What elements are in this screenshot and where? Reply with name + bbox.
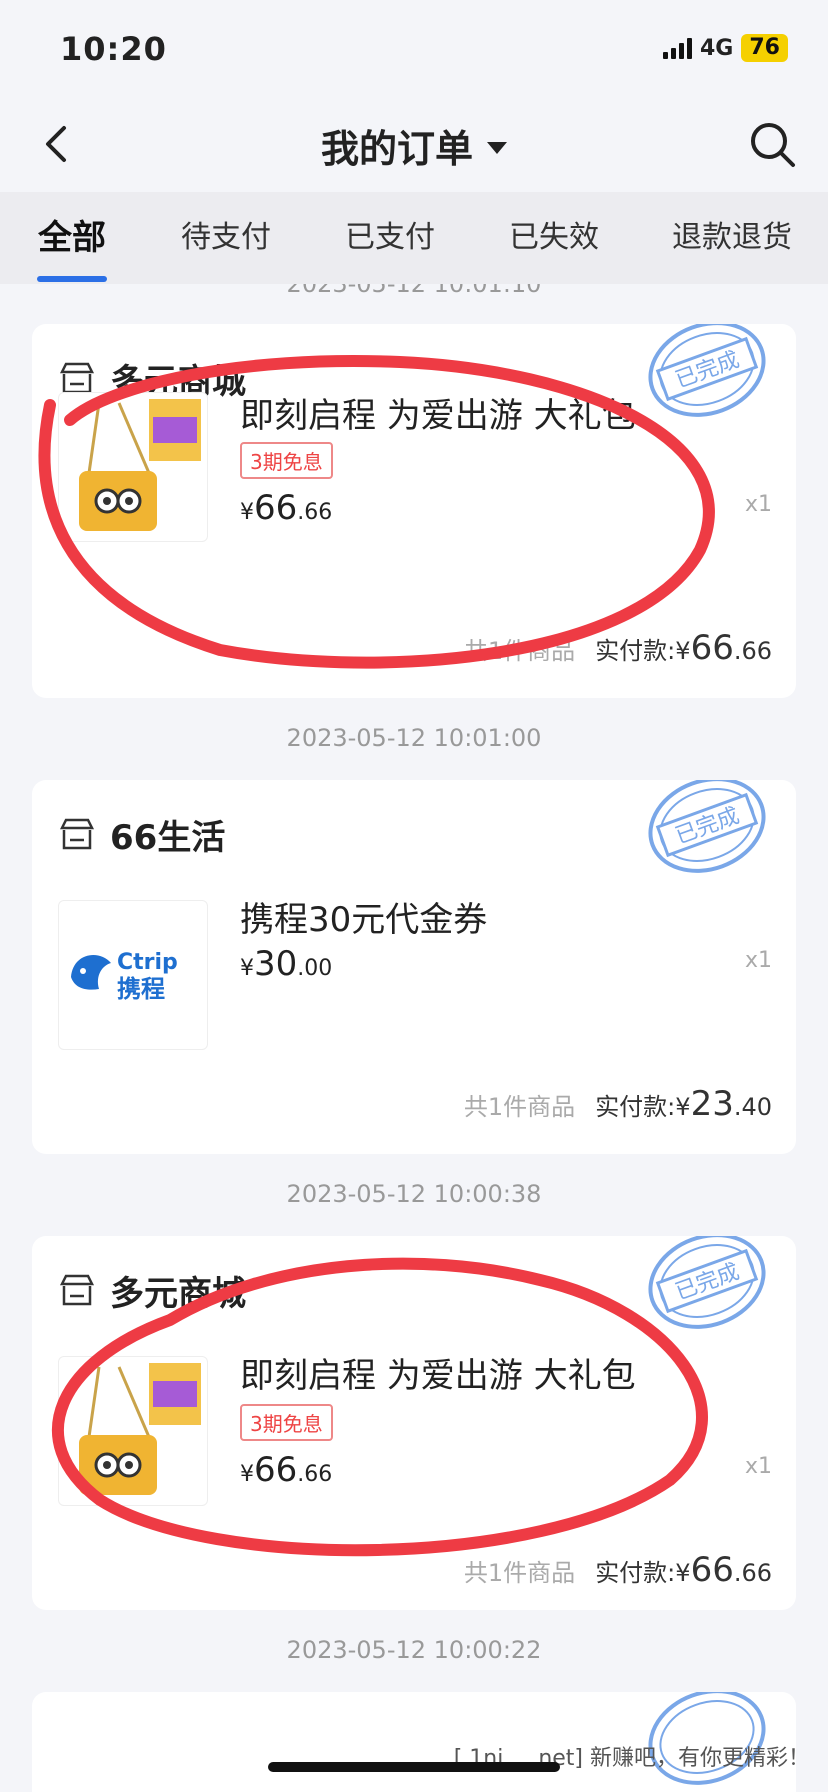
shop-header[interactable]: 多元商城 [58, 1266, 246, 1315]
brand-name-en: Ctrip [117, 950, 178, 975]
product-quantity: x1 [744, 948, 772, 973]
product-image[interactable]: Ctrip 携程 [58, 900, 208, 1050]
tab-refund[interactable]: 退款退货 [636, 192, 828, 284]
signal-icon [663, 37, 692, 59]
completed-stamp: 已完成 [648, 1236, 766, 1329]
order-timestamp: 2023-05-12 10:00:22 [286, 1636, 542, 1664]
product-quantity: x1 [744, 1454, 772, 1479]
tab-paid[interactable]: 已支付 [308, 192, 472, 284]
order-summary: 共1件商品 实付款:¥23.40 [464, 1084, 772, 1124]
paid-amount: 实付款:¥66.66 [595, 1550, 772, 1590]
shop-name: 多元商城 [110, 1274, 246, 1314]
product-title: 即刻启程 为爱出游 大礼包 [240, 1356, 636, 1396]
store-icon [59, 1274, 95, 1305]
network-type: 4G [700, 35, 734, 61]
store-icon [59, 818, 95, 849]
product-title: 携程30元代金券 [240, 900, 488, 940]
page-title-dropdown[interactable]: 我的订单 [0, 118, 828, 173]
tab-expired[interactable]: 已失效 [472, 192, 636, 284]
item-count: 共1件商品 [463, 1559, 576, 1587]
order-timestamp: 2023-05-12 10:01:00 [286, 724, 542, 752]
paid-amount: 实付款:¥23.40 [595, 1084, 772, 1124]
search-icon[interactable] [746, 118, 798, 170]
order-timestamp: 2023-05-12 10:00:38 [286, 1180, 542, 1208]
installment-tag: 3期免息 [240, 1404, 333, 1441]
product-image[interactable] [58, 392, 208, 542]
tab-all[interactable]: 全部 [0, 192, 144, 284]
brand-name-cn: 携程 [117, 975, 165, 1003]
installment-tag: 3期免息 [240, 442, 333, 479]
status-bar: 10:20 4G 76 [0, 0, 828, 100]
product-title: 即刻启程 为爱出游 大礼包 [240, 396, 636, 436]
order-card[interactable]: 多元商城 已完成 即刻启程 为爱出游 大礼包 3期免息 ¥66.66 x1 共1… [32, 1236, 796, 1610]
completed-stamp: 已完成 [648, 324, 766, 417]
order-tabs: 全部 待支付 已支付 已失效 退款退货 [0, 192, 828, 284]
completed-stamp: 已完成 [648, 780, 766, 873]
nav-bar: 我的订单 [0, 100, 828, 192]
item-count: 共1件商品 [463, 637, 576, 665]
product-price: ¥66.66 [240, 1450, 333, 1490]
shop-header[interactable]: 66生活 [58, 810, 225, 859]
order-timestamp: 2023-05-12 10:01:10 [286, 284, 542, 298]
caret-down-icon [487, 141, 507, 154]
order-summary: 共1件商品 实付款:¥66.66 [464, 628, 772, 668]
order-card[interactable]: 多元商城 已完成 即刻启程 为爱出游 大礼包 3期免息 ¥66.66 x1 共1… [32, 324, 796, 698]
product-price: ¥66.66 [240, 488, 333, 528]
home-indicator [268, 1762, 560, 1772]
paid-amount: 实付款:¥66.66 [595, 628, 772, 668]
item-count: 共1件商品 [463, 1093, 576, 1121]
page-title: 我的订单 [320, 127, 473, 171]
shop-name: 66生活 [110, 818, 226, 858]
status-time: 10:20 [60, 30, 167, 68]
product-quantity: x1 [744, 492, 772, 517]
order-summary: 共1件商品 实付款:¥66.66 [464, 1550, 772, 1590]
status-indicators: 4G 76 [663, 34, 788, 62]
product-image[interactable] [58, 1356, 208, 1506]
product-price: ¥30.00 [240, 944, 333, 984]
battery-level: 76 [741, 34, 788, 62]
timestamp-clip: 2023-05-12 10:01:10 [0, 284, 828, 300]
order-card[interactable]: 66生活 已完成 Ctrip 携程 携程30元代金券 ¥30.00 x1 共1件… [32, 780, 796, 1154]
tab-pending-payment[interactable]: 待支付 [144, 192, 308, 284]
